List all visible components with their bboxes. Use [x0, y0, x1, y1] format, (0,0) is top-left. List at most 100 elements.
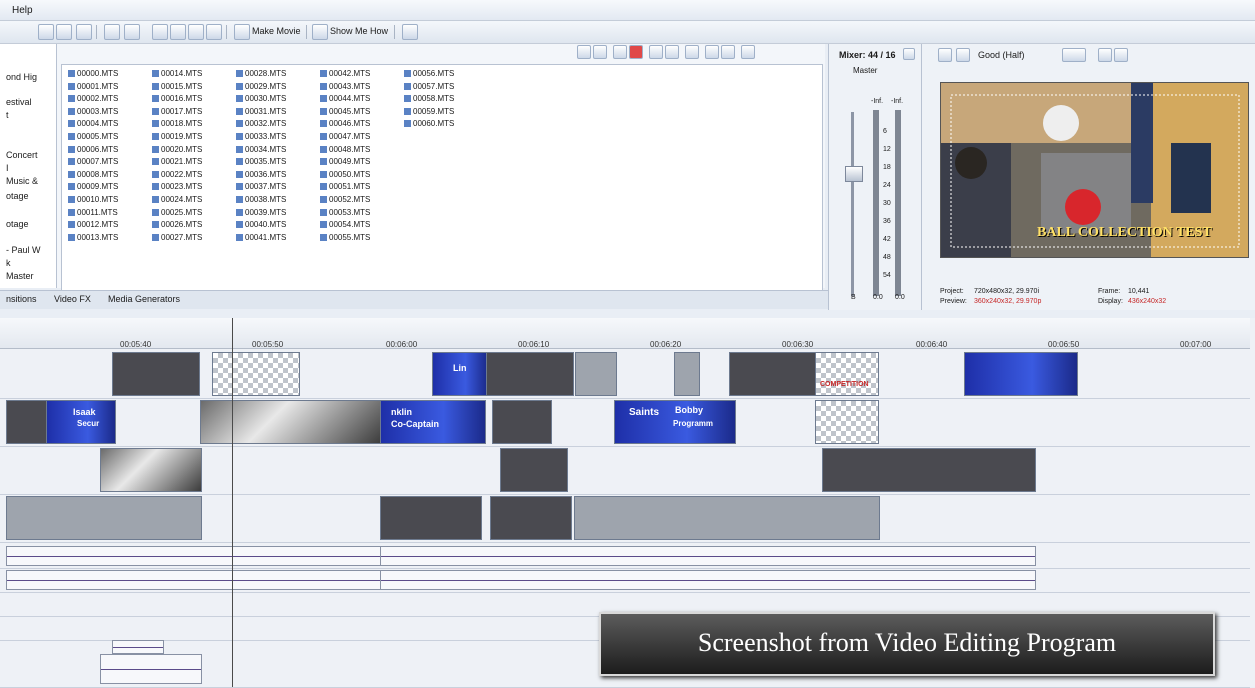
media-file-item[interactable]: 00039.MTS	[236, 208, 286, 217]
media-file-item[interactable]: 00041.MTS	[236, 233, 286, 242]
menu-help[interactable]: Help	[12, 5, 33, 16]
media-file-item[interactable]: 00033.MTS	[236, 132, 286, 141]
media-file-item[interactable]: 00014.MTS	[152, 69, 202, 78]
video-clip[interactable]: Saints Bobby Programm	[614, 400, 736, 444]
media-file-item[interactable]: 00008.MTS	[68, 170, 118, 179]
normal-edit-icon[interactable]	[152, 24, 168, 40]
media-file-item[interactable]: 00025.MTS	[152, 208, 202, 217]
media-file-item[interactable]: 00013.MTS	[68, 233, 118, 242]
media-file-item[interactable]: 00036.MTS	[236, 170, 286, 179]
zoom-out-icon[interactable]	[206, 24, 222, 40]
stop-icon[interactable]	[665, 45, 679, 59]
tree-item[interactable]: I	[6, 163, 9, 173]
mixer-options-icon[interactable]	[903, 48, 915, 60]
video-clip[interactable]	[674, 352, 700, 396]
media-file-item[interactable]: 00010.MTS	[68, 195, 118, 204]
make-movie-button[interactable]: Make Movie	[252, 26, 301, 36]
tree-item[interactable]: k	[6, 258, 11, 268]
media-file-item[interactable]: 00021.MTS	[152, 157, 202, 166]
tree-item[interactable]: ond Hig	[6, 72, 37, 82]
external-monitor-icon[interactable]	[956, 48, 970, 62]
zoom-in-icon[interactable]	[188, 24, 204, 40]
tab-transitions[interactable]: nsitions	[6, 294, 37, 304]
video-clip[interactable]	[212, 352, 300, 396]
media-file-item[interactable]: 00044.MTS	[320, 94, 370, 103]
video-clip[interactable]	[964, 352, 1078, 396]
folder-icon[interactable]	[613, 45, 627, 59]
tab-video-fx[interactable]: Video FX	[54, 294, 91, 304]
master-fader[interactable]	[845, 166, 863, 182]
media-file-item[interactable]: 00027.MTS	[152, 233, 202, 242]
audio-clip[interactable]	[112, 640, 164, 654]
audio-clip[interactable]	[6, 570, 382, 590]
save-snapshot-icon[interactable]	[1114, 48, 1128, 62]
views-icon[interactable]	[741, 45, 755, 59]
media-file-item[interactable]: 00000.MTS	[68, 69, 118, 78]
media-file-item[interactable]: 00048.MTS	[320, 145, 370, 154]
audio-clip[interactable]	[380, 546, 1036, 566]
help-icon[interactable]	[312, 24, 328, 40]
video-clip[interactable]	[486, 352, 574, 396]
media-file-item[interactable]: 00032.MTS	[236, 119, 286, 128]
media-file-item[interactable]: 00059.MTS	[404, 107, 454, 116]
media-icon[interactable]	[124, 24, 140, 40]
envelope-icon[interactable]	[170, 24, 186, 40]
delete-icon[interactable]	[629, 45, 643, 59]
media-file-item[interactable]: 00056.MTS	[404, 69, 454, 78]
media-file-item[interactable]: 00046.MTS	[320, 119, 370, 128]
media-file-item[interactable]: 00002.MTS	[68, 94, 118, 103]
media-file-item[interactable]: 00022.MTS	[152, 170, 202, 179]
tree-item[interactable]: - Paul W	[6, 245, 41, 255]
media-file-item[interactable]: 00040.MTS	[236, 220, 286, 229]
media-file-item[interactable]: 00012.MTS	[68, 220, 118, 229]
media-file-item[interactable]: 00018.MTS	[152, 119, 202, 128]
media-file-item[interactable]: 00006.MTS	[68, 145, 118, 154]
properties-icon[interactable]	[705, 45, 719, 59]
media-file-item[interactable]: 00058.MTS	[404, 94, 454, 103]
search-icon[interactable]	[721, 45, 735, 59]
layout-icon[interactable]	[104, 24, 120, 40]
video-clip[interactable]	[112, 352, 200, 396]
media-file-item[interactable]: 00051.MTS	[320, 182, 370, 191]
whats-this-icon[interactable]	[402, 24, 418, 40]
media-file-item[interactable]: 00049.MTS	[320, 157, 370, 166]
media-file-item[interactable]: 00004.MTS	[68, 119, 118, 128]
video-clip[interactable]	[490, 496, 572, 540]
media-file-item[interactable]: 00001.MTS	[68, 82, 118, 91]
video-clip[interactable]: Lin	[432, 352, 488, 396]
media-file-item[interactable]: 00045.MTS	[320, 107, 370, 116]
media-file-item[interactable]: 00034.MTS	[236, 145, 286, 154]
media-file-item[interactable]: 00020.MTS	[152, 145, 202, 154]
capture-icon[interactable]	[593, 45, 607, 59]
media-file-item[interactable]: 00016.MTS	[152, 94, 202, 103]
media-file-item[interactable]: 00047.MTS	[320, 132, 370, 141]
audio-clip[interactable]	[380, 570, 1036, 590]
video-clip[interactable]: nklin Co-Captain	[380, 400, 486, 444]
tree-item[interactable]: otage	[6, 219, 29, 229]
video-clip[interactable]: Isaak Secur	[46, 400, 116, 444]
tree-icon[interactable]	[76, 24, 92, 40]
make-movie-icon[interactable]	[234, 24, 250, 40]
media-file-item[interactable]: 00054.MTS	[320, 220, 370, 229]
video-clip[interactable]	[100, 448, 202, 492]
media-file-item[interactable]: 00011.MTS	[68, 208, 118, 217]
view-icon[interactable]	[38, 24, 54, 40]
media-file-item[interactable]: 00042.MTS	[320, 69, 370, 78]
media-file-item[interactable]: 00043.MTS	[320, 82, 370, 91]
show-me-how-button[interactable]: Show Me How	[330, 26, 388, 36]
auto-preview-icon[interactable]	[685, 45, 699, 59]
play-icon[interactable]	[649, 45, 663, 59]
overlays-icon[interactable]	[1062, 48, 1086, 62]
video-clip[interactable]	[200, 400, 382, 444]
media-file-item[interactable]: 00029.MTS	[236, 82, 286, 91]
media-file-item[interactable]: 00057.MTS	[404, 82, 454, 91]
video-clip[interactable]	[575, 352, 617, 396]
media-file-item[interactable]: 00050.MTS	[320, 170, 370, 179]
media-file-item[interactable]: 00017.MTS	[152, 107, 202, 116]
video-clip[interactable]	[500, 448, 568, 492]
video-clip[interactable]	[574, 496, 880, 540]
media-file-item[interactable]: 00003.MTS	[68, 107, 118, 116]
preview-settings-icon[interactable]	[938, 48, 952, 62]
video-clip[interactable]	[815, 400, 879, 444]
tree-item[interactable]: t	[6, 110, 9, 120]
